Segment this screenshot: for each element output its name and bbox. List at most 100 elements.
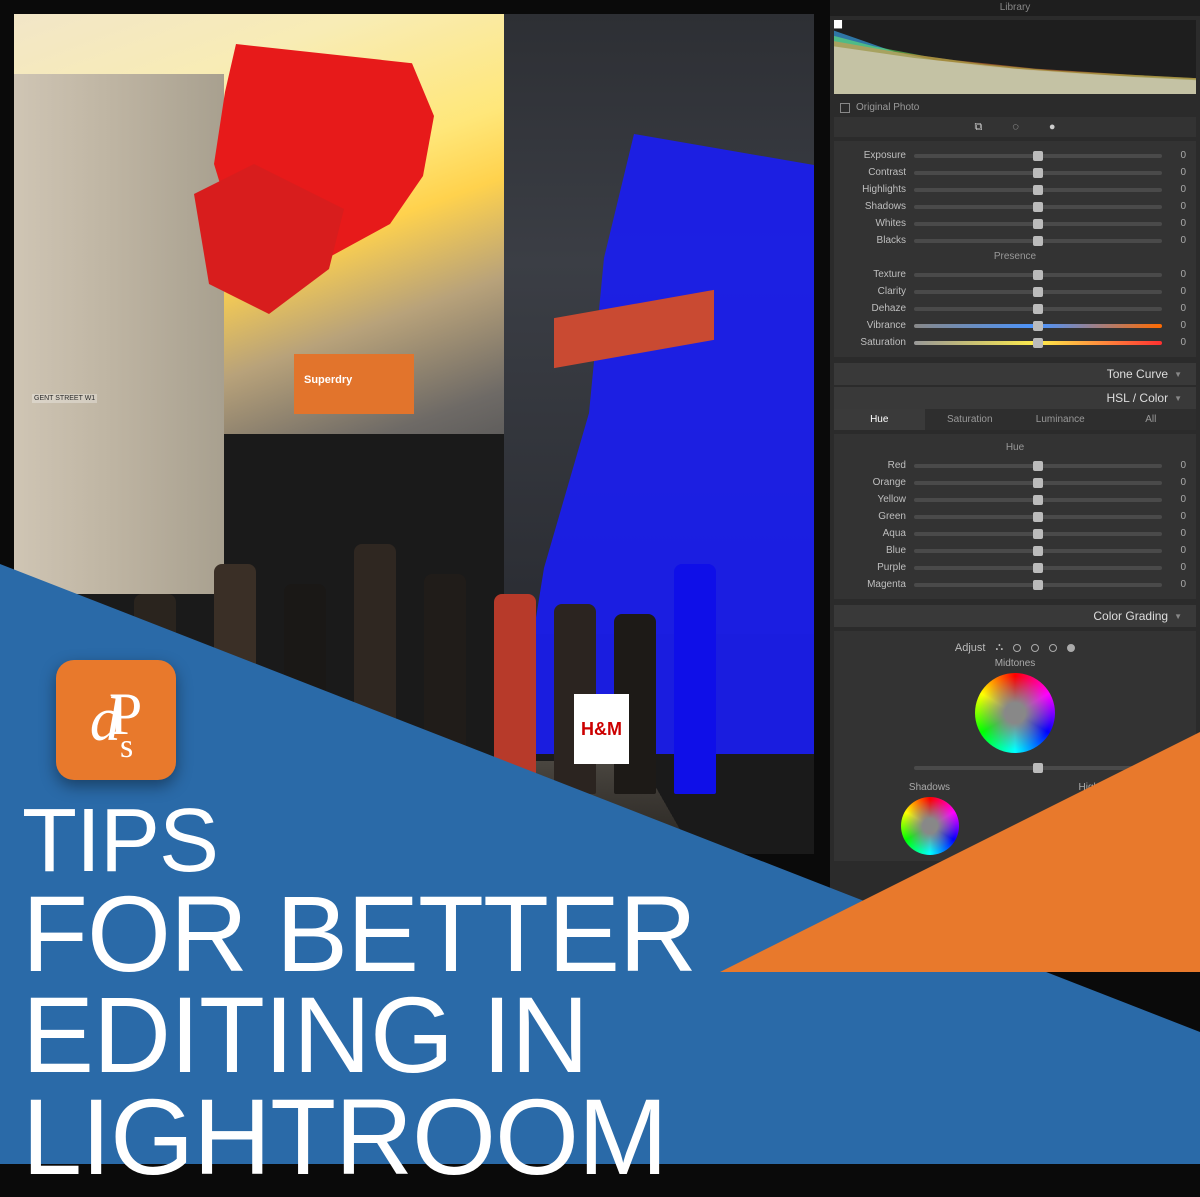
clarity-slider[interactable]	[914, 290, 1162, 294]
contrast-slider[interactable]	[914, 171, 1162, 175]
hue-magenta-slider[interactable]	[914, 583, 1162, 587]
saturation-slider[interactable]	[914, 341, 1162, 345]
contrast-row: Contrast 0	[844, 164, 1186, 181]
cg-shadows-dot[interactable]	[1013, 644, 1021, 652]
hsl-tab-all[interactable]: All	[1106, 409, 1197, 430]
mask-tool-icon[interactable]: ●	[1049, 121, 1056, 133]
exposure-row: Exposure 0	[844, 147, 1186, 164]
module-tab[interactable]: Library	[830, 0, 1200, 16]
hsl-tab-hue[interactable]: Hue	[834, 409, 925, 430]
tone-curve-header[interactable]: Tone Curve▼	[834, 363, 1196, 385]
hue-magenta-label: Magenta	[844, 579, 906, 590]
hue-orange-label: Orange	[844, 477, 906, 488]
contrast-label: Contrast	[844, 167, 906, 178]
hue-red-slider[interactable]	[914, 464, 1162, 468]
texture-value: 0	[1170, 269, 1186, 280]
hue-purple-row: Purple 0	[844, 559, 1186, 576]
blacks-slider[interactable]	[914, 239, 1162, 243]
texture-row: Texture 0	[844, 266, 1186, 283]
shopping-bag: H&M	[574, 694, 629, 764]
hue-orange-slider[interactable]	[914, 481, 1162, 485]
hsl-header[interactable]: HSL / Color▼	[834, 387, 1196, 409]
shadows-label: Shadows	[844, 201, 906, 212]
cg-midtones-dot[interactable]	[1031, 644, 1039, 652]
dps-logo: dPs	[56, 660, 176, 780]
hsl-tab-saturation[interactable]: Saturation	[925, 409, 1016, 430]
hue-purple-value: 0	[1170, 562, 1186, 573]
hue-green-value: 0	[1170, 511, 1186, 522]
headline-line-1: TIPS	[22, 800, 1200, 883]
hsl-panel: Hue Red 0 Orange 0 Yellow 0 Green 0 Aqua…	[834, 434, 1196, 599]
saturation-label: Saturation	[844, 337, 906, 348]
hue-header: Hue	[844, 442, 1186, 453]
whites-label: Whites	[844, 218, 906, 229]
hue-orange-value: 0	[1170, 477, 1186, 488]
exposure-slider[interactable]	[914, 154, 1162, 158]
vibrance-value: 0	[1170, 320, 1186, 331]
hue-green-slider[interactable]	[914, 515, 1162, 519]
dehaze-row: Dehaze 0	[844, 300, 1186, 317]
saturation-row: Saturation 0	[844, 334, 1186, 351]
cg-global-dot[interactable]	[1067, 644, 1075, 652]
hue-magenta-row: Magenta 0	[844, 576, 1186, 593]
clarity-label: Clarity	[844, 286, 906, 297]
hue-purple-label: Purple	[844, 562, 906, 573]
cg-midtones-luminance-slider[interactable]	[914, 766, 1162, 770]
presence-header: Presence	[844, 251, 1186, 262]
highlights-value: 0	[1170, 184, 1186, 195]
hsl-tab-luminance[interactable]: Luminance	[1015, 409, 1106, 430]
vibrance-slider[interactable]	[914, 324, 1162, 328]
color-grading-header[interactable]: Color Grading▼	[834, 605, 1196, 627]
hue-yellow-row: Yellow 0	[844, 491, 1186, 508]
street-sign: GENT STREET W1	[32, 394, 97, 403]
hue-blue-slider[interactable]	[914, 549, 1162, 553]
hue-yellow-slider[interactable]	[914, 498, 1162, 502]
saturation-value: 0	[1170, 337, 1186, 348]
texture-slider[interactable]	[914, 273, 1162, 277]
hue-orange-row: Orange 0	[844, 474, 1186, 491]
contrast-value: 0	[1170, 167, 1186, 178]
hue-blue-row: Blue 0	[844, 542, 1186, 559]
hue-aqua-slider[interactable]	[914, 532, 1162, 536]
dehaze-slider[interactable]	[914, 307, 1162, 311]
cg-midtones-wheel[interactable]	[975, 673, 1055, 753]
clarity-row: Clarity 0	[844, 283, 1186, 300]
whites-row: Whites 0	[844, 215, 1186, 232]
cg-midtones-label: Midtones	[995, 658, 1036, 669]
hue-magenta-value: 0	[1170, 579, 1186, 590]
blacks-label: Blacks	[844, 235, 906, 246]
cg-adjust-label: Adjust	[955, 642, 986, 654]
hue-blue-value: 0	[1170, 545, 1186, 556]
whites-slider[interactable]	[914, 222, 1162, 226]
hue-aqua-label: Aqua	[844, 528, 906, 539]
cg-adjust-row: Adjust ⛬	[844, 637, 1186, 658]
cg-highlights-dot[interactable]	[1049, 644, 1057, 652]
hue-yellow-value: 0	[1170, 494, 1186, 505]
cg-shadows-label: Shadows	[909, 782, 950, 793]
hue-green-row: Green 0	[844, 508, 1186, 525]
hue-blue-label: Blue	[844, 545, 906, 556]
vibrance-label: Vibrance	[844, 320, 906, 331]
dehaze-label: Dehaze	[844, 303, 906, 314]
headline-line-3: EDITING IN LIGHTROOM	[22, 984, 1200, 1187]
hue-red-label: Red	[844, 460, 906, 471]
hue-purple-slider[interactable]	[914, 566, 1162, 570]
blacks-row: Blacks 0	[844, 232, 1186, 249]
store-banner: Superdry	[304, 374, 352, 386]
histogram[interactable]	[834, 20, 1196, 94]
exposure-label: Exposure	[844, 150, 906, 161]
exposure-value: 0	[1170, 150, 1186, 161]
original-photo-toggle[interactable]: Original Photo	[830, 98, 1200, 117]
hue-red-value: 0	[1170, 460, 1186, 471]
blacks-value: 0	[1170, 235, 1186, 246]
highlights-slider[interactable]	[914, 188, 1162, 192]
local-tools: ⧉ ◌ ●	[834, 117, 1196, 137]
article-headline: TIPS FOR BETTER EDITING IN LIGHTROOM	[22, 800, 1200, 1187]
shadows-slider[interactable]	[914, 205, 1162, 209]
dehaze-value: 0	[1170, 303, 1186, 314]
clarity-value: 0	[1170, 286, 1186, 297]
cg-three-way-icon[interactable]: ⛬	[995, 641, 1003, 654]
crop-tool-icon[interactable]: ⧉	[974, 121, 982, 134]
hue-aqua-value: 0	[1170, 528, 1186, 539]
heal-tool-icon[interactable]: ◌	[1012, 121, 1019, 133]
